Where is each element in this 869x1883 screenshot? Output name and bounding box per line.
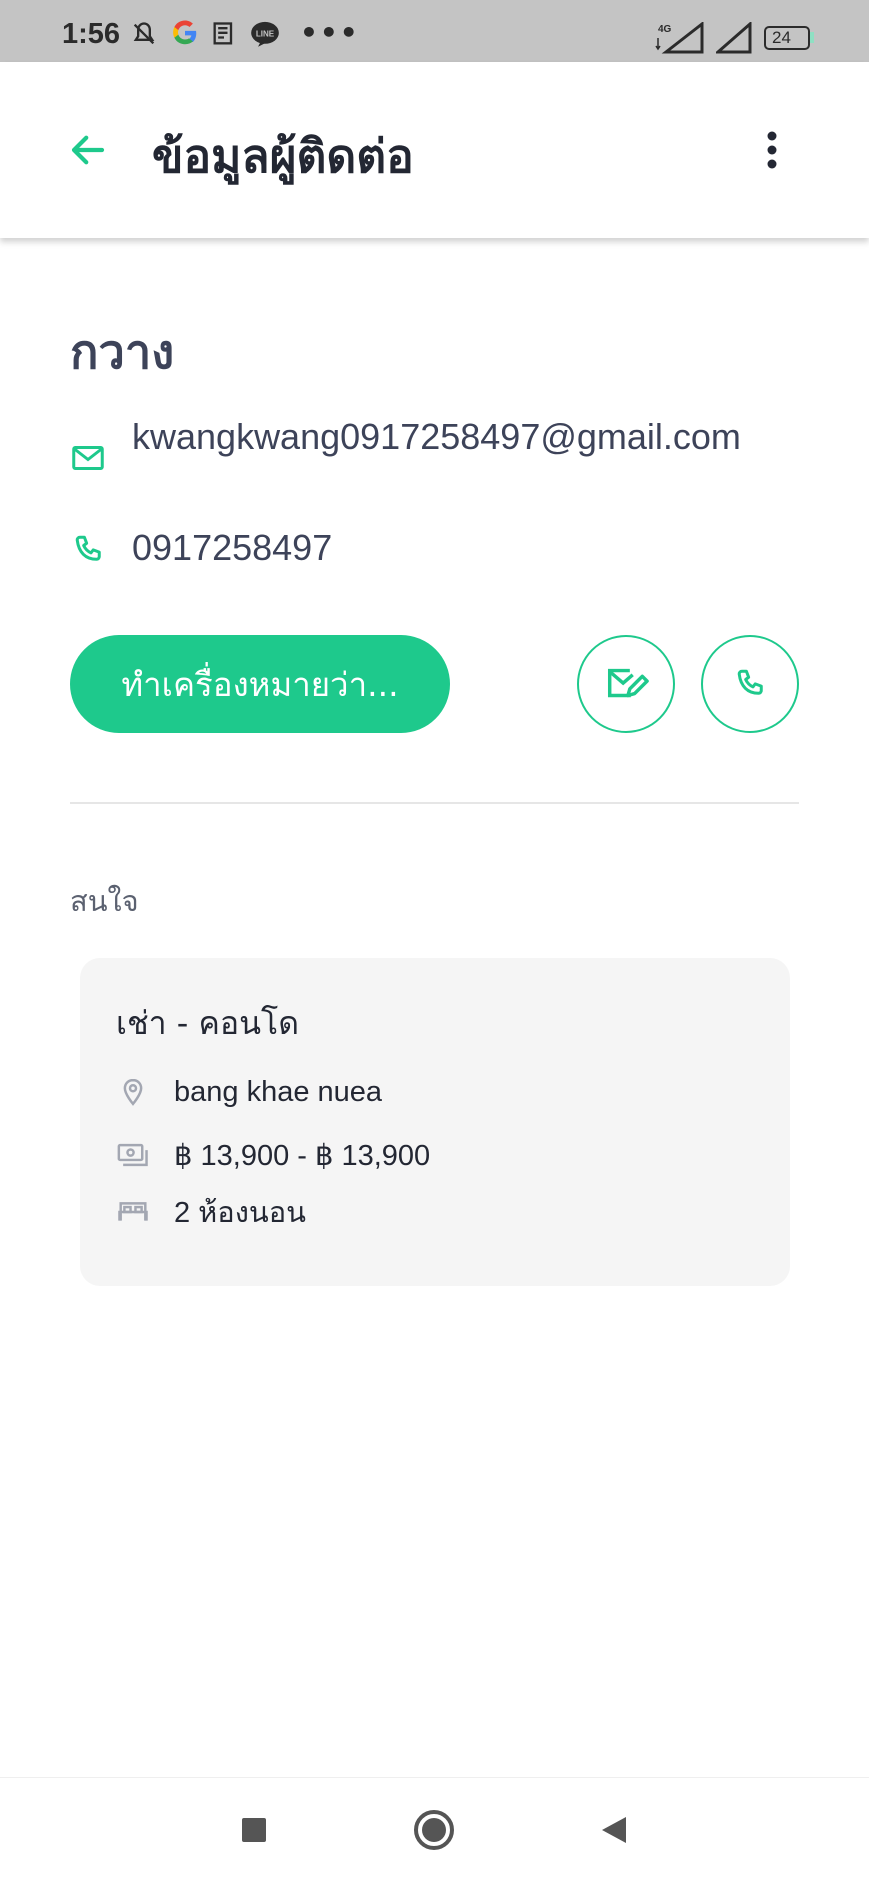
- more-notifications-icon: •••: [300, 16, 360, 49]
- network-4g-icon: 4G: [652, 20, 706, 58]
- circle-icon: [414, 1810, 454, 1850]
- signal-icon: [714, 20, 754, 58]
- phone-icon: [737, 669, 763, 695]
- battery-tip: [810, 32, 814, 43]
- interest-card-title: เช่า - คอนโด: [116, 1004, 299, 1042]
- back-button[interactable]: [64, 126, 112, 174]
- interest-card[interactable]: เช่า - คอนโด bang khae nuea ฿ 13,900 - ฿…: [80, 958, 790, 1286]
- location-pin-icon: [116, 1075, 150, 1109]
- bell-off-icon: [130, 20, 158, 52]
- interest-section-title: สนใจ: [70, 884, 139, 918]
- interest-price-row: ฿ 13,900 - ฿ 13,900: [116, 1135, 430, 1175]
- more-vert-icon: [767, 131, 777, 169]
- interest-location: bang khae nuea: [174, 1075, 383, 1108]
- contact-phone[interactable]: 0917258497: [132, 527, 332, 569]
- battery-level: 24: [772, 28, 791, 47]
- divider: [70, 802, 799, 804]
- interest-bedrooms: 2 ห้องนอน: [174, 1197, 306, 1229]
- interest-location-row: bang khae nuea: [116, 1072, 382, 1112]
- square-icon: [242, 1818, 266, 1842]
- compose-email-button[interactable]: [577, 635, 675, 733]
- mail-icon: [70, 440, 106, 476]
- recents-button[interactable]: [224, 1800, 284, 1860]
- call-button[interactable]: [701, 635, 799, 733]
- interest-price: ฿ 13,900 - ฿ 13,900: [174, 1139, 431, 1172]
- status-time: 1:56: [62, 18, 121, 50]
- contact-name: กวาง: [70, 325, 175, 380]
- phone-icon: [70, 532, 106, 568]
- status-bar: 1:56 LINE ••• 4G 24: [0, 0, 869, 62]
- line-app-icon: LINE: [250, 20, 280, 52]
- bed-icon: [116, 1195, 150, 1229]
- mail-edit-icon: [607, 668, 649, 698]
- home-button[interactable]: [404, 1800, 464, 1860]
- more-options-button[interactable]: [752, 126, 792, 174]
- news-icon: [210, 20, 238, 52]
- triangle-back-icon: [602, 1817, 626, 1843]
- mark-as-button[interactable]: ทำเครื่องหมายว่า...: [70, 635, 450, 733]
- contact-email[interactable]: kwangkwang0917258497@gmail.com: [132, 412, 792, 462]
- svg-text:4G: 4G: [658, 24, 672, 35]
- interest-bedrooms-row: 2 ห้องนอน: [116, 1192, 306, 1232]
- back-nav-button[interactable]: [584, 1800, 644, 1860]
- arrow-left-icon: [71, 135, 105, 165]
- app-bar: ข้อมูลผู้ติดต่อ: [0, 62, 869, 238]
- google-icon: [170, 18, 200, 52]
- cash-icon: [116, 1138, 150, 1172]
- system-nav-bar: [0, 1777, 869, 1883]
- svg-text:LINE: LINE: [256, 29, 275, 38]
- battery-icon: 24: [764, 26, 810, 50]
- page-title: ข้อมูลผู้ติดต่อ: [152, 129, 414, 183]
